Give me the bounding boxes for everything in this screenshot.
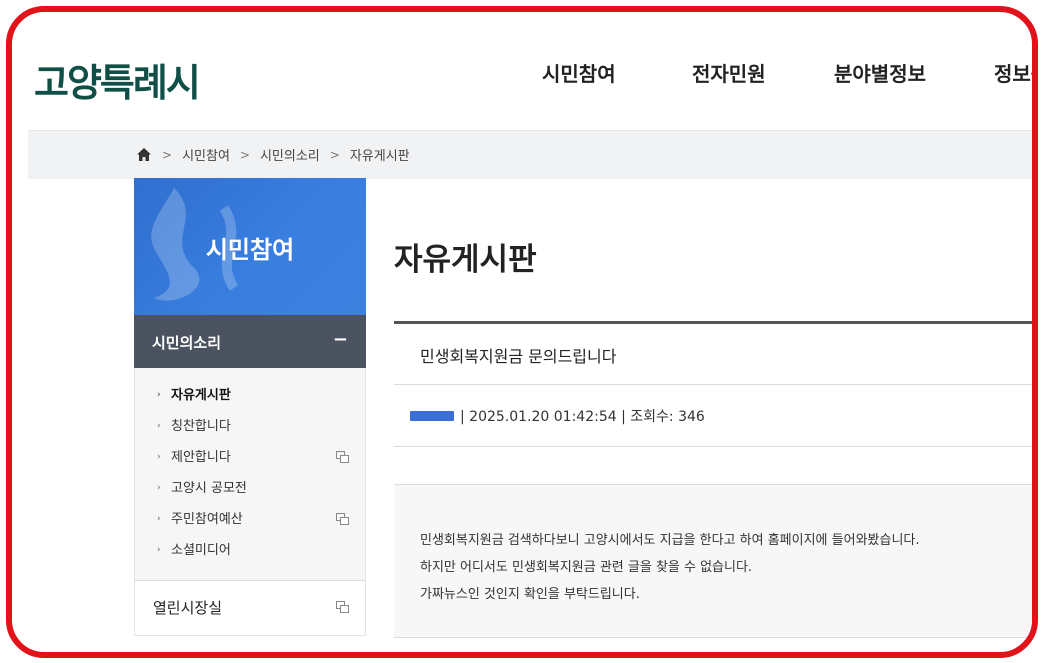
bullet-arrow-icon: › [157, 452, 161, 462]
breadcrumb-item[interactable]: 시민의소리 [260, 145, 320, 164]
divider [394, 384, 1032, 385]
sidebar-title-label: 시민참여 [205, 236, 295, 264]
sidebar-item-contest[interactable]: › 고양시 공모전 [135, 473, 365, 504]
nav-item-field-info[interactable]: 분야별정보 [834, 58, 926, 87]
post-body: 민생회복지원금 검색하다보니 고양시에서도 지급을 한다고 하여 홈페이지에 들… [394, 485, 1032, 638]
post-subject: 민생회복지원금 문의드립니다 [420, 347, 617, 366]
post-body-line: 가짜뉴스인 것인지 확인을 부탁드립니다. [420, 587, 640, 602]
collapse-icon[interactable]: − [333, 329, 348, 350]
bullet-arrow-icon: › [157, 483, 161, 493]
sidebar-item-label: 제안합니다 [171, 450, 231, 465]
breadcrumb-item[interactable]: 시민참여 [182, 145, 230, 164]
site-logo[interactable]: 고양특례시 [34, 52, 201, 107]
post-body-line: 하지만 어디서도 민생회복지원금 관련 글을 찾을 수 없습니다. [420, 560, 753, 575]
chevron-right-icon: > [162, 147, 173, 162]
highlight-frame: 고양특례시 시민참여 전자민원 분야별정보 정보공 > 시민참여 > 시민의소리… [6, 6, 1038, 658]
sidebar-item-open-mayor-office[interactable]: 열린시장실 [134, 580, 366, 636]
sidebar-item-label: 자유게시판 [171, 388, 231, 403]
chevron-right-icon: > [239, 147, 250, 162]
header: 고양특례시 시민참여 전자민원 분야별정보 정보공 [28, 12, 1032, 130]
post-top-divider [394, 321, 1032, 324]
sidebar-item-participatory-budget[interactable]: › 주민참여예산 [135, 504, 365, 535]
sidebar-section-label: 시민의소리 [152, 334, 222, 352]
redacted-author [410, 411, 454, 421]
sidebar-item-label: 고양시 공모전 [171, 481, 247, 496]
breadcrumb-bar: > 시민참여 > 시민의소리 > 자유게시판 [28, 130, 1032, 179]
sidebar-menu: › 자유게시판 › 칭찬합니다 › 제안합니다 › 고양시 공모전 › 주민참여… [134, 368, 366, 580]
sidebar-item-proposals[interactable]: › 제안합니다 [135, 442, 365, 473]
sidebar-item-label: 열린시장실 [153, 599, 223, 617]
sidebar-item-free-board[interactable]: › 자유게시판 [135, 380, 365, 411]
sidebar-item-social-media[interactable]: › 소셜미디어 [135, 535, 365, 566]
post-body-line: 민생회복지원금 검색하다보니 고양시에서도 지급을 한다고 하여 홈페이지에 들… [420, 533, 920, 548]
nav-item-citizen-participation[interactable]: 시민참여 [542, 58, 616, 87]
post-meta-text: | 2025.01.20 01:42:54 | 조회수: 346 [460, 409, 705, 425]
new-window-icon [336, 451, 349, 463]
sidebar-section-header[interactable]: 시민의소리 − [134, 315, 366, 368]
nav-item-e-civil-service[interactable]: 전자민원 [692, 58, 766, 87]
sidebar-item-label: 주민참여예산 [171, 512, 243, 527]
chevron-right-icon: > [329, 147, 340, 162]
new-window-icon [336, 601, 349, 613]
bullet-arrow-icon: › [157, 421, 161, 431]
breadcrumb-item-current[interactable]: 자유게시판 [350, 145, 410, 164]
sidebar: 시민참여 시민의소리 − › 자유게시판 › 칭찬합니다 › 제안합니다 › 고… [134, 178, 366, 652]
breadcrumb: > 시민참여 > 시민의소리 > 자유게시판 [136, 145, 410, 164]
sidebar-item-compliments[interactable]: › 칭찬합니다 [135, 411, 365, 442]
nav-item-info-disclosure[interactable]: 정보공 [994, 58, 1032, 87]
page-title: 자유게시판 [394, 242, 537, 278]
new-window-icon [336, 513, 349, 525]
home-icon[interactable] [136, 147, 152, 162]
bullet-arrow-icon: › [157, 514, 161, 524]
sidebar-item-label: 소셜미디어 [171, 543, 231, 558]
divider [394, 446, 1032, 447]
main-content: 자유게시판 민생회복지원금 문의드립니다 | 2025.01.20 01:42:… [394, 178, 1032, 652]
bullet-arrow-icon: › [157, 390, 161, 400]
post-meta: | 2025.01.20 01:42:54 | 조회수: 346 [410, 406, 705, 426]
bullet-arrow-icon: › [157, 545, 161, 555]
sidebar-item-label: 칭찬합니다 [171, 419, 231, 434]
sidebar-title: 시민참여 [134, 178, 366, 315]
